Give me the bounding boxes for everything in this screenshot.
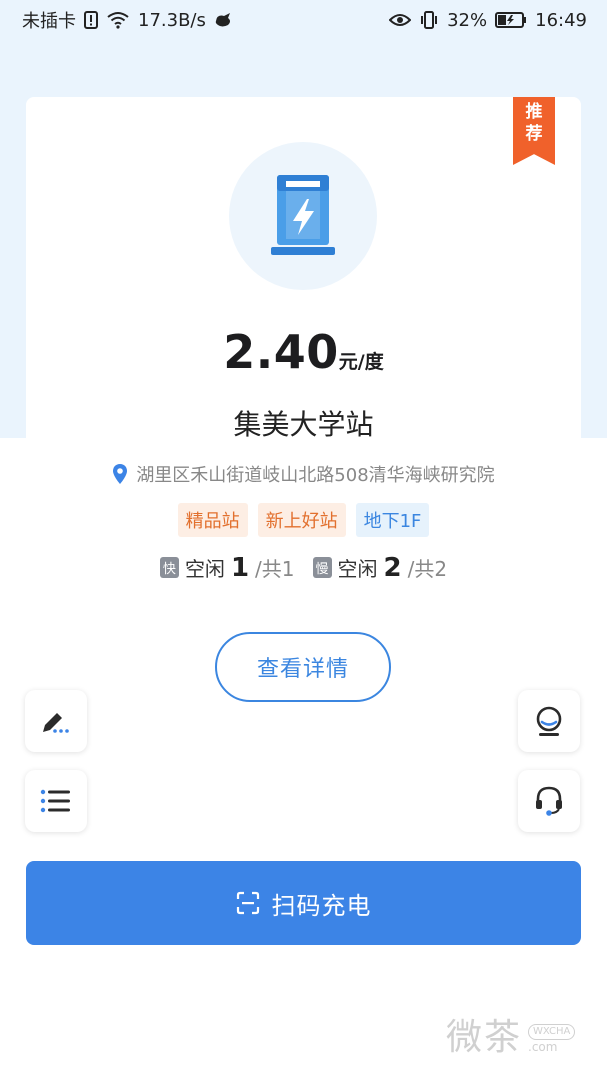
slow-label: 空闲 — [337, 557, 378, 581]
watermark-domain: .com — [528, 1040, 558, 1054]
slow-free-count: 2 — [383, 553, 402, 583]
station-card[interactable]: 推 荐 2.40元/度 集美大学站 湖里区禾山街道岐山北路508清华海峡研究院 … — [26, 97, 581, 617]
address-text: 湖里区禾山街道岐山北路508清华海峡研究院 — [136, 465, 495, 486]
tag-new: 新上好站 — [257, 503, 346, 537]
charger-availability: 快 空闲 1 /共1 慢 空闲 2 /共2 — [26, 553, 581, 583]
fast-free-count: 1 — [230, 553, 250, 583]
page: 未插卡 17.3B/s 32% 16:49 推 荐 2.40元/度 集美大学站 … — [0, 0, 607, 1080]
watermark-domain-block: WXCHA .com — [528, 1024, 576, 1054]
price-display: 2.40元/度 — [26, 325, 581, 379]
list-button[interactable] — [25, 770, 87, 832]
status-bar: 未插卡 17.3B/s 32% 16:49 — [0, 0, 607, 40]
carrier-text: 未插卡 — [22, 11, 76, 32]
fast-total: /共1 — [255, 557, 295, 581]
fast-badge: 快 — [159, 557, 179, 578]
charging-station-icon — [271, 175, 335, 255]
location-target-icon — [536, 706, 562, 736]
price-unit: 元/度 — [338, 351, 384, 373]
scan-charge-label: 扫码充电 — [271, 891, 372, 920]
battery-charging-icon — [495, 12, 527, 28]
wifi-icon — [106, 11, 130, 29]
tag-floor: 地下1F — [355, 503, 430, 537]
list-icon — [40, 789, 70, 813]
ribbon-char: 荐 — [525, 124, 543, 144]
vibrate-icon — [419, 11, 439, 29]
status-left: 未插卡 17.3B/s — [22, 7, 234, 33]
scan-charge-button[interactable]: 扫码充电 — [26, 861, 581, 945]
watermark-pill: WXCHA — [528, 1024, 576, 1040]
ribbon-char: 推 — [525, 102, 543, 122]
station-address[interactable]: 湖里区禾山街道岐山北路508清华海峡研究院 — [26, 461, 581, 487]
slow-badge: 慢 — [312, 557, 332, 578]
tag-premium: 精品站 — [177, 503, 248, 537]
location-pin-icon — [113, 464, 128, 484]
app-notification-icon — [214, 11, 234, 29]
price-value: 2.40 — [223, 325, 339, 379]
status-right: 32% 16:49 — [389, 10, 587, 31]
watermark-text: 微茶 — [446, 1017, 523, 1058]
eye-comfort-icon — [389, 13, 412, 27]
station-tags: 精品站 新上好站 地下1F — [26, 503, 581, 537]
recommend-ribbon: 推 荐 — [513, 97, 555, 165]
slow-charger-availability: 慢 空闲 2 /共2 — [312, 553, 448, 583]
station-name: 集美大学站 — [233, 408, 374, 441]
network-speed: 17.3B/s — [138, 9, 206, 31]
pencil-icon — [43, 713, 69, 733]
fast-charger-availability: 快 空闲 1 /共1 — [159, 553, 295, 583]
scan-icon — [236, 891, 259, 915]
station-logo — [229, 142, 377, 290]
view-details-button[interactable]: 查看详情 — [215, 632, 391, 702]
locate-button[interactable] — [518, 690, 580, 752]
clock: 16:49 — [535, 9, 587, 31]
watermark: 微茶 WXCHA .com — [446, 1010, 596, 1060]
sim-alert-icon — [84, 11, 98, 29]
edit-button[interactable] — [25, 690, 87, 752]
battery-percent: 32% — [447, 9, 488, 31]
customer-service-button[interactable] — [518, 770, 580, 832]
fast-label: 空闲 — [184, 557, 225, 581]
slow-total: /共2 — [407, 557, 448, 581]
headset-icon — [536, 786, 562, 816]
